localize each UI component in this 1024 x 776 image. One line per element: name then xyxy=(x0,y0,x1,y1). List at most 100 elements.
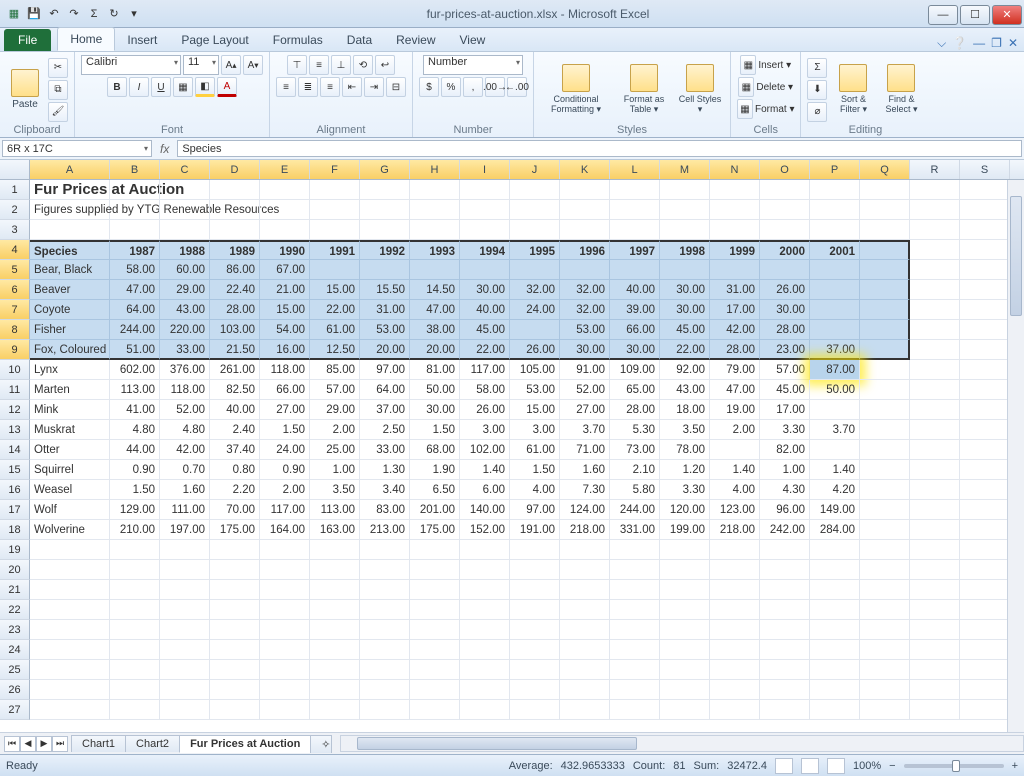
cell[interactable]: 26.00 xyxy=(460,400,510,420)
cell[interactable]: 30.00 xyxy=(760,300,810,320)
format-as-table-button[interactable]: Format as Table ▾ xyxy=(616,58,672,122)
cell[interactable] xyxy=(560,260,610,280)
cell[interactable]: 1988 xyxy=(160,240,210,260)
qat-dropdown-icon[interactable]: ▾ xyxy=(126,6,142,22)
format-painter-button[interactable]: 🖌 xyxy=(48,102,68,122)
cell[interactable] xyxy=(910,280,960,300)
cell[interactable] xyxy=(860,620,910,640)
row-header[interactable]: 11 xyxy=(0,380,30,400)
cell[interactable] xyxy=(160,660,210,680)
minimize-button[interactable]: — xyxy=(928,5,958,25)
cell[interactable]: 37.00 xyxy=(360,400,410,420)
cell[interactable] xyxy=(960,580,1010,600)
cell[interactable] xyxy=(760,220,810,240)
cell[interactable]: 1.40 xyxy=(460,460,510,480)
cell[interactable]: 218.00 xyxy=(560,520,610,540)
cell[interactable] xyxy=(460,700,510,720)
cell[interactable] xyxy=(160,700,210,720)
column-header-M[interactable]: M xyxy=(660,160,710,179)
row-header[interactable]: 21 xyxy=(0,580,30,600)
autosum-icon[interactable]: Σ xyxy=(86,6,102,22)
cell[interactable] xyxy=(510,200,560,220)
cell[interactable]: 14.50 xyxy=(410,280,460,300)
bold-button[interactable]: B xyxy=(107,77,127,97)
cell[interactable]: 4.00 xyxy=(510,480,560,500)
cell[interactable] xyxy=(260,660,310,680)
select-all-corner[interactable] xyxy=(0,160,30,179)
cell[interactable] xyxy=(360,680,410,700)
cell[interactable] xyxy=(760,580,810,600)
cell[interactable] xyxy=(960,700,1010,720)
cell[interactable] xyxy=(360,640,410,660)
font-family-dropdown[interactable]: Calibri xyxy=(81,55,181,75)
formula-bar[interactable]: Species xyxy=(177,140,1022,157)
cell[interactable]: Figures supplied by YTG Renewable Resour… xyxy=(30,200,110,220)
cell[interactable]: 2.00 xyxy=(710,420,760,440)
row-header[interactable]: 7 xyxy=(0,300,30,320)
cell[interactable] xyxy=(410,640,460,660)
cell[interactable]: 6.50 xyxy=(410,480,460,500)
tab-page-layout[interactable]: Page Layout xyxy=(169,29,260,51)
cell[interactable] xyxy=(560,620,610,640)
cell[interactable]: 244.00 xyxy=(110,320,160,340)
cell[interactable] xyxy=(710,180,760,200)
cell[interactable]: 0.80 xyxy=(210,460,260,480)
comma-button[interactable]: , xyxy=(463,77,483,97)
cell[interactable] xyxy=(760,700,810,720)
cell[interactable] xyxy=(410,220,460,240)
cell[interactable] xyxy=(860,260,910,280)
cell[interactable] xyxy=(610,700,660,720)
cell[interactable]: 3.40 xyxy=(360,480,410,500)
tab-review[interactable]: Review xyxy=(384,29,447,51)
cell[interactable] xyxy=(910,620,960,640)
cell[interactable] xyxy=(710,560,760,580)
cell[interactable] xyxy=(960,520,1010,540)
cell[interactable]: 17.00 xyxy=(710,300,760,320)
maximize-button[interactable]: ☐ xyxy=(960,5,990,25)
cell[interactable]: 118.00 xyxy=(260,360,310,380)
cell[interactable]: 3.00 xyxy=(460,420,510,440)
cell[interactable]: 120.00 xyxy=(660,500,710,520)
cell[interactable] xyxy=(160,220,210,240)
column-header-N[interactable]: N xyxy=(710,160,760,179)
cell[interactable]: 201.00 xyxy=(410,500,460,520)
cell[interactable]: Squirrel xyxy=(30,460,110,480)
cell[interactable] xyxy=(910,500,960,520)
increase-decimal-button[interactable]: .00→ xyxy=(485,77,505,97)
cell[interactable]: 86.00 xyxy=(210,260,260,280)
cell[interactable]: 57.00 xyxy=(310,380,360,400)
cell[interactable] xyxy=(810,640,860,660)
cell[interactable] xyxy=(260,540,310,560)
cell[interactable]: 30.00 xyxy=(610,340,660,360)
cell[interactable]: 1.50 xyxy=(260,420,310,440)
cell[interactable] xyxy=(910,460,960,480)
cell[interactable] xyxy=(410,540,460,560)
cell[interactable]: 32.00 xyxy=(560,280,610,300)
cell[interactable] xyxy=(560,220,610,240)
cell[interactable]: 5.80 xyxy=(610,480,660,500)
cell[interactable] xyxy=(960,440,1010,460)
cell[interactable]: 213.00 xyxy=(360,520,410,540)
doc-close-icon[interactable]: ✕ xyxy=(1008,36,1018,51)
cell[interactable]: 3.70 xyxy=(560,420,610,440)
cell[interactable] xyxy=(910,700,960,720)
cell[interactable]: 31.00 xyxy=(360,300,410,320)
format-cells-button[interactable]: Format ▾ xyxy=(755,104,794,115)
cell[interactable]: 28.00 xyxy=(610,400,660,420)
cell[interactable]: 37.40 xyxy=(210,440,260,460)
cell[interactable]: 64.00 xyxy=(110,300,160,320)
cell[interactable] xyxy=(710,680,760,700)
cell[interactable]: 1999 xyxy=(710,240,760,260)
align-top-button[interactable]: ⊤ xyxy=(287,55,307,75)
cell[interactable] xyxy=(860,320,910,340)
row-header[interactable]: 12 xyxy=(0,400,30,420)
cell[interactable]: 15.00 xyxy=(510,400,560,420)
column-header-L[interactable]: L xyxy=(610,160,660,179)
cell[interactable]: 51.00 xyxy=(110,340,160,360)
cell[interactable]: 43.00 xyxy=(160,300,210,320)
vertical-scrollbar[interactable] xyxy=(1007,180,1024,732)
cell[interactable] xyxy=(460,620,510,640)
cell[interactable] xyxy=(960,380,1010,400)
cell[interactable]: 53.00 xyxy=(560,320,610,340)
cell[interactable]: 1993 xyxy=(410,240,460,260)
